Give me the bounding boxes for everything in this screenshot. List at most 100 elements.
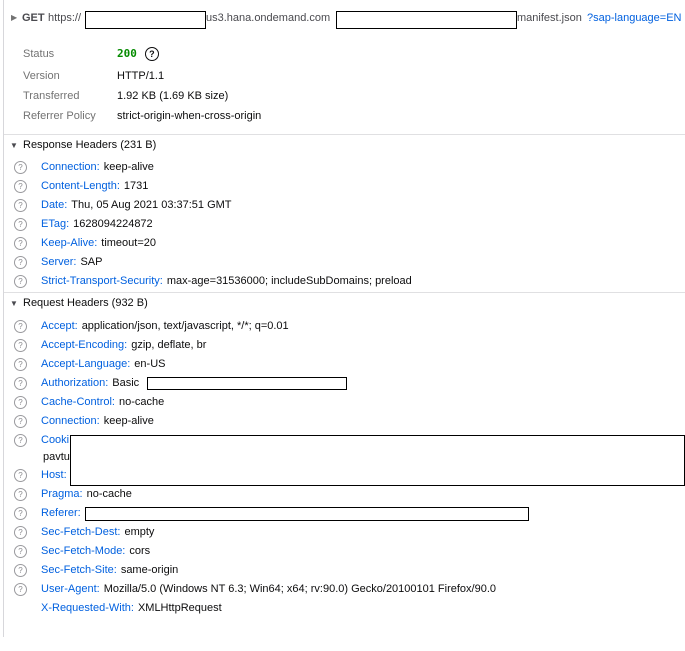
header-item[interactable]: Authorization: Basic xyxy=(41,374,139,393)
header-name: Authorization: xyxy=(41,377,109,389)
header-name: Content-Length: xyxy=(41,180,120,192)
header-value: Basic xyxy=(112,377,140,389)
collapse-arrow-icon[interactable]: ▼ xyxy=(10,135,18,156)
transferred-value: 1.92 KB (1.69 KB size) xyxy=(117,90,229,102)
header-name: X-Requested-With: xyxy=(41,602,134,614)
request-summary: Status 200? Version HTTP/1.1 Transferred… xyxy=(0,42,685,126)
version-row: Version HTTP/1.1 xyxy=(0,66,685,86)
header-item[interactable]: Date: Thu, 05 Aug 2021 03:37:51 GMT xyxy=(41,196,232,215)
header-item[interactable]: Connection: keep-alive xyxy=(41,412,154,431)
help-icon[interactable]: ? xyxy=(14,275,27,288)
header-value: en-US xyxy=(134,358,166,370)
help-icon[interactable]: ? xyxy=(14,237,27,250)
header-item[interactable]: Cache-Control: no-cache xyxy=(41,393,164,412)
status-row: Status 200? xyxy=(0,42,685,66)
header-value: no-cache xyxy=(86,488,132,500)
help-icon[interactable]: ? xyxy=(14,396,27,409)
help-icon[interactable]: ? xyxy=(14,583,27,596)
help-icon[interactable]: ? xyxy=(14,358,27,371)
header-item[interactable]: Keep-Alive: timeout=20 xyxy=(41,234,156,253)
header-item[interactable]: Host: xyxy=(41,466,67,485)
header-name: Sec-Fetch-Site: xyxy=(41,564,117,576)
response-headers-toggle[interactable]: ▼ Response Headers (231 B) xyxy=(4,134,685,156)
header-value: 1731 xyxy=(123,180,149,192)
header-name: Cooki xyxy=(41,434,70,446)
help-icon[interactable]: ? xyxy=(14,469,27,482)
help-icon[interactable]: ? xyxy=(14,180,27,193)
help-icon[interactable]: ? xyxy=(14,545,27,558)
collapse-arrow-icon[interactable]: ▼ xyxy=(10,293,18,314)
header-name: Date: xyxy=(41,199,68,211)
header-item[interactable]: Accept-Language: en-US xyxy=(41,355,165,374)
redacted-box xyxy=(85,11,206,29)
header-item[interactable]: Strict-Transport-Security: max-age=315360… xyxy=(41,272,412,291)
status-code: 200 xyxy=(117,47,137,60)
header-value: keep-alive xyxy=(103,161,154,173)
header-value: empty xyxy=(124,526,155,538)
header-value: XMLHttpRequest xyxy=(137,602,222,614)
cookie-fragment: pavtu xyxy=(43,451,70,463)
response-header-row: ? Date: Thu, 05 Aug 2021 03:37:51 GMT xyxy=(0,196,685,215)
header-item[interactable]: Connection: keep-alive xyxy=(41,158,154,177)
request-header-row: ? Accept: application/json, text/javascri… xyxy=(0,317,685,336)
status-label: Status xyxy=(23,48,55,60)
request-header-row: ? User-Agent: Mozilla/5.0 (Windows NT 6.3… xyxy=(0,580,685,599)
header-item[interactable]: Accept: application/json, text/javascript… xyxy=(41,317,289,336)
request-header-row: ? Accept-Language: en-US xyxy=(0,355,685,374)
header-item[interactable]: ETag: 1628094224872 xyxy=(41,215,153,234)
redacted-box xyxy=(147,377,347,390)
version-value: HTTP/1.1 xyxy=(117,70,165,82)
help-icon[interactable]: ? xyxy=(14,161,27,174)
response-header-row: ? Keep-Alive: timeout=20 xyxy=(0,234,685,253)
header-item[interactable]: User-Agent: Mozilla/5.0 (Windows NT 6.3; … xyxy=(41,580,496,599)
header-item[interactable]: Sec-Fetch-Dest: empty xyxy=(41,523,154,542)
header-item[interactable]: Sec-Fetch-Mode: cors xyxy=(41,542,150,561)
help-icon[interactable]: ? xyxy=(14,564,27,577)
header-item[interactable]: Accept-Encoding: gzip, deflate, br xyxy=(41,336,206,355)
help-icon[interactable]: ? xyxy=(14,507,27,520)
response-header-row: ? Strict-Transport-Security: max-age=3153… xyxy=(0,272,685,291)
header-name: Accept-Language: xyxy=(41,358,131,370)
referrer-policy-row: Referrer Policy strict-origin-when-cross… xyxy=(0,106,685,126)
header-value: same-origin xyxy=(120,564,179,576)
help-icon[interactable]: ? xyxy=(14,415,27,428)
header-value: timeout=20 xyxy=(101,237,156,249)
header-item[interactable]: Referer: xyxy=(41,504,81,523)
header-name: Server: xyxy=(41,256,77,268)
request-header-row: ? Sec-Fetch-Site: same-origin xyxy=(0,561,685,580)
help-icon[interactable]: ? xyxy=(14,199,27,212)
help-icon[interactable]: ? xyxy=(144,47,159,62)
help-icon[interactable]: ? xyxy=(14,320,27,333)
header-value: keep-alive xyxy=(103,415,154,427)
help-icon[interactable]: ? xyxy=(14,526,27,539)
header-name: Connection: xyxy=(41,415,100,427)
redacted-box xyxy=(70,435,685,486)
header-value: no-cache xyxy=(118,396,165,408)
response-header-row: ? ETag: 1628094224872 xyxy=(0,215,685,234)
url-path: manifest.json xyxy=(517,12,582,24)
header-name: ETag: xyxy=(41,218,70,230)
transferred-label: Transferred xyxy=(23,90,80,102)
header-name: Sec-Fetch-Dest: xyxy=(41,526,121,538)
help-icon[interactable]: ? xyxy=(14,339,27,352)
expand-arrow-icon[interactable]: ▶ xyxy=(11,8,17,28)
request-headers-toggle[interactable]: ▼ Request Headers (932 B) xyxy=(4,292,685,314)
help-icon[interactable]: ? xyxy=(14,218,27,231)
header-item[interactable]: Server: SAP xyxy=(41,253,102,272)
request-method: GET xyxy=(22,12,45,24)
header-item[interactable]: Pragma: no-cache xyxy=(41,485,132,504)
help-icon[interactable]: ? xyxy=(14,434,27,447)
help-icon[interactable]: ? xyxy=(14,256,27,269)
header-item[interactable]: Sec-Fetch-Site: same-origin xyxy=(41,561,178,580)
header-value: gzip, deflate, br xyxy=(131,339,207,351)
header-name: User-Agent: xyxy=(41,583,100,595)
help-icon[interactable]: ? xyxy=(14,488,27,501)
header-item[interactable]: Content-Length: 1731 xyxy=(41,177,148,196)
header-name: Pragma: xyxy=(41,488,83,500)
request-header-row: ? Connection: keep-alive xyxy=(0,412,685,431)
referrer-policy-value: strict-origin-when-cross-origin xyxy=(117,110,262,122)
help-icon[interactable]: ? xyxy=(14,377,27,390)
referrer-policy-label: Referrer Policy xyxy=(23,110,96,122)
header-name: Accept: xyxy=(41,320,78,332)
header-item[interactable]: X-Requested-With: XMLHttpRequest xyxy=(41,599,222,618)
